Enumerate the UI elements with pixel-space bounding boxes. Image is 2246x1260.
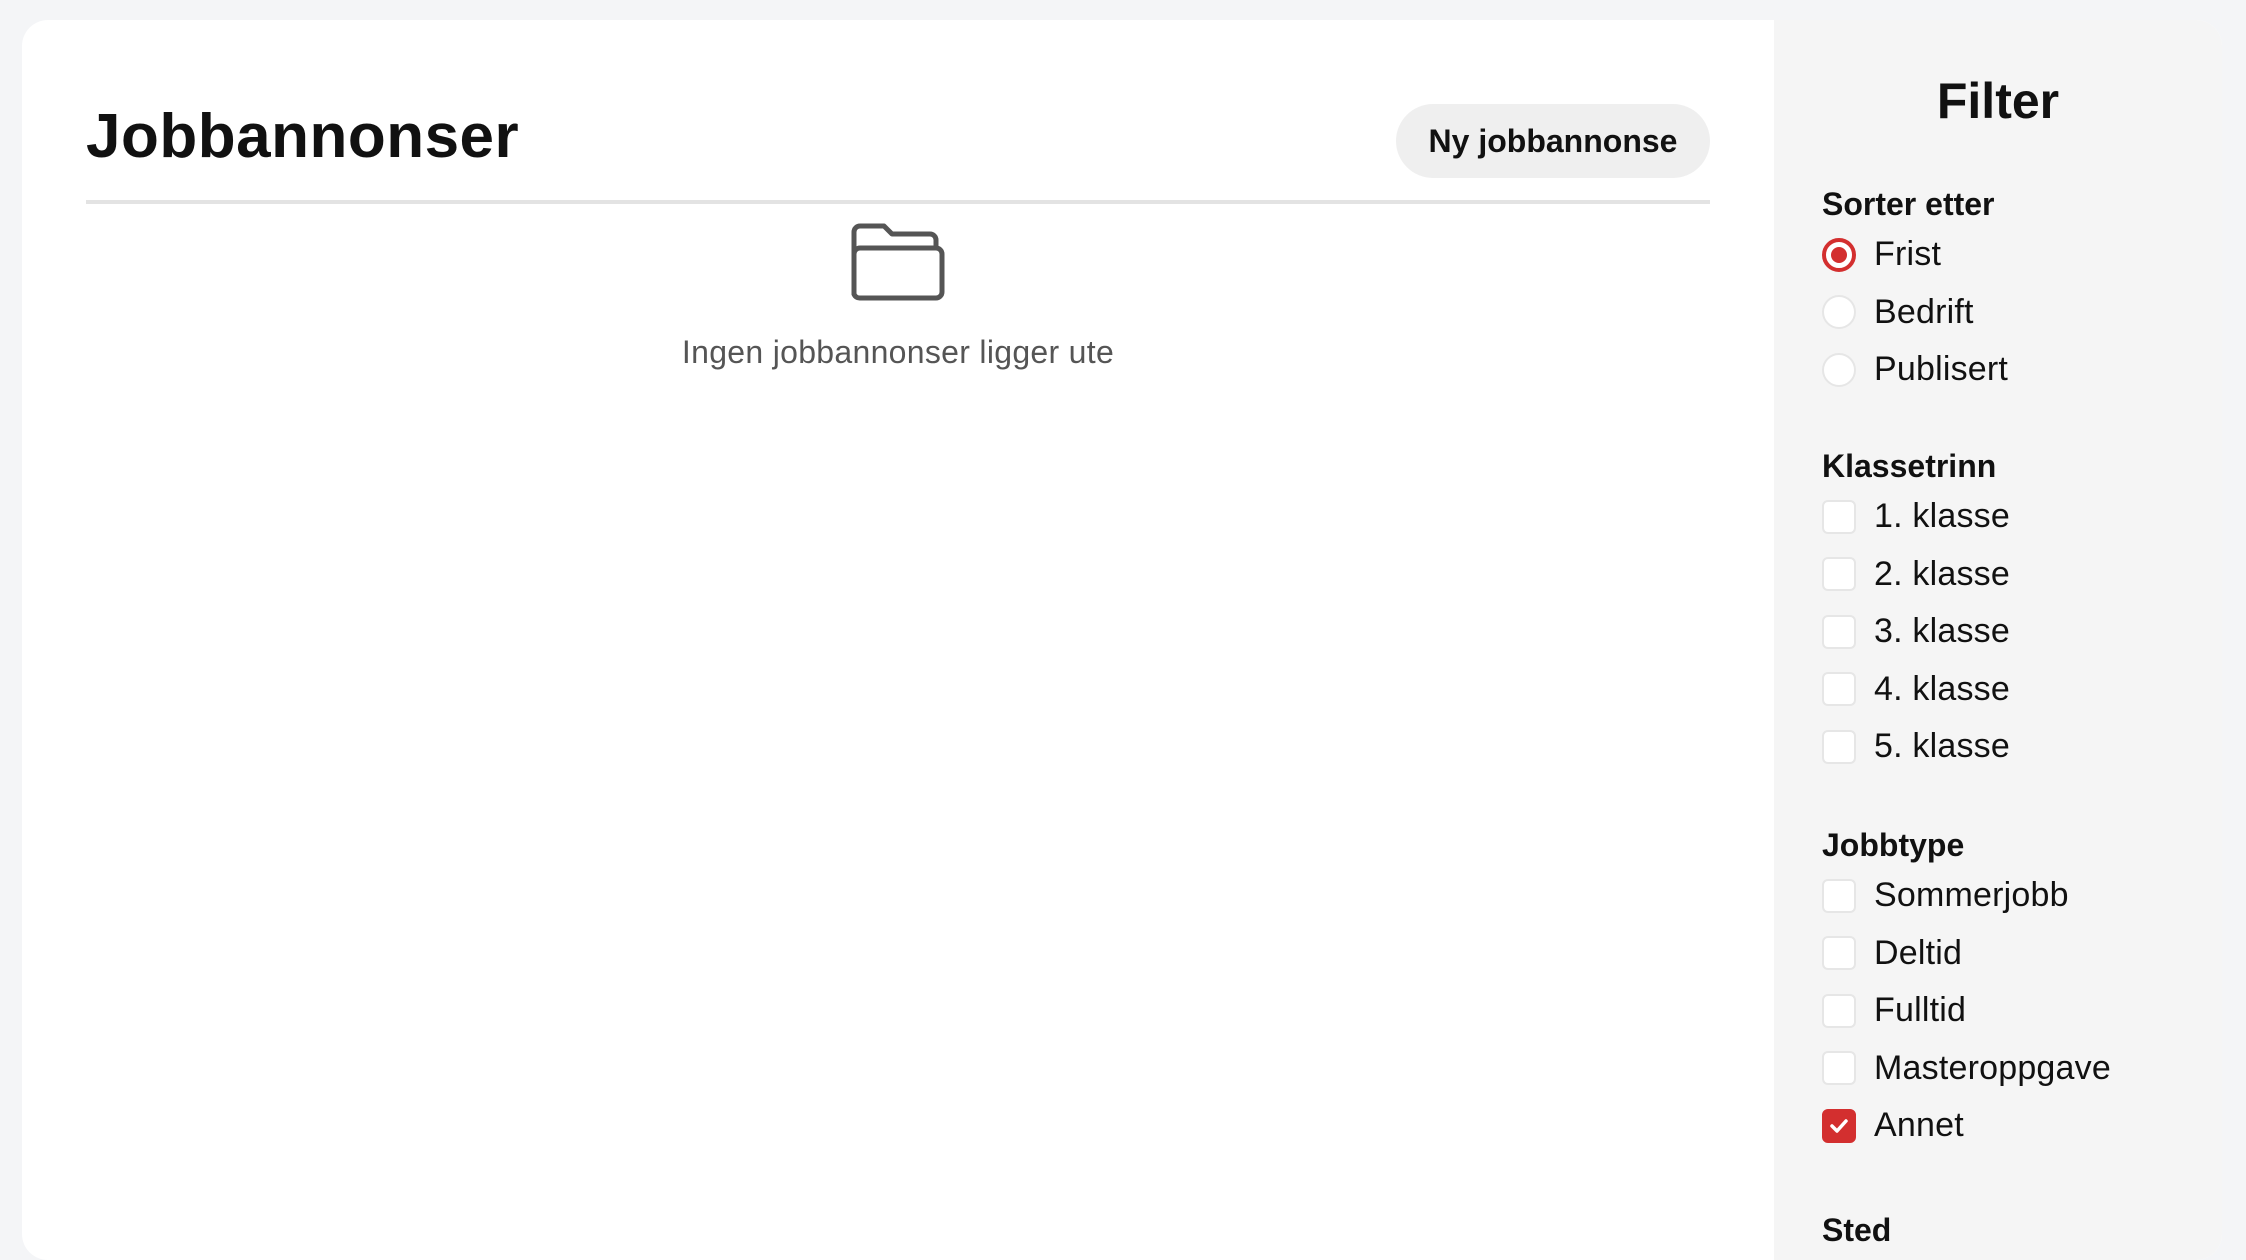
job-type-option-fulltid[interactable]: Fulltid [1822, 982, 2202, 1040]
class-level-group: Klassetrinn 1. klasse 2. klasse 3. klass… [1822, 444, 2202, 776]
checkbox[interactable] [1822, 1051, 1856, 1086]
radio-button-selected[interactable] [1822, 237, 1856, 272]
radio-button[interactable] [1822, 295, 1856, 330]
checkbox[interactable] [1822, 557, 1856, 592]
radio-button[interactable] [1822, 352, 1856, 387]
class-level-group-title: Klassetrinn [1822, 448, 1997, 484]
job-type-option-label: Fulltid [1874, 991, 1967, 1030]
sort-option-label: Publisert [1874, 350, 2009, 389]
sort-option-frist[interactable]: Frist [1822, 226, 2202, 284]
class-option-label: 5. klasse [1874, 727, 2010, 766]
job-type-option-deltid[interactable]: Deltid [1822, 925, 2202, 983]
filter-title: Filter [1936, 73, 2060, 129]
checkmark-icon [1830, 1119, 1848, 1133]
folder-open-icon [851, 223, 945, 301]
sort-group-title: Sorter etter [1822, 186, 1995, 222]
job-type-group: Jobbtype Sommerjobb Deltid Fulltid Maste… [1822, 823, 2202, 1155]
class-option-5[interactable]: 5. klasse [1822, 718, 2202, 776]
class-option-label: 3. klasse [1874, 612, 2010, 651]
job-type-option-label: Masteroppgave [1874, 1048, 2111, 1087]
class-option-label: 1. klasse [1874, 497, 2010, 536]
class-option-2[interactable]: 2. klasse [1822, 546, 2202, 604]
class-option-3[interactable]: 3. klasse [1822, 603, 2202, 661]
class-option-4[interactable]: 4. klasse [1822, 661, 2202, 719]
sort-option-label: Frist [1874, 235, 1942, 274]
job-type-option-sommerjobb[interactable]: Sommerjobb [1822, 867, 2202, 925]
sort-option-bedrift[interactable]: Bedrift [1822, 284, 2202, 342]
checkbox[interactable] [1822, 936, 1856, 971]
class-option-label: 4. klasse [1874, 669, 2010, 708]
checkbox-checked[interactable] [1822, 1108, 1856, 1143]
job-type-option-label: Sommerjobb [1874, 876, 2069, 915]
sort-option-label: Bedrift [1874, 292, 1974, 331]
class-option-label: 2. klasse [1874, 554, 2010, 593]
job-type-option-label: Deltid [1874, 933, 1963, 972]
page-title: Jobbannonser [86, 102, 520, 171]
location-group-title: Sted [1822, 1212, 1892, 1248]
checkbox[interactable] [1822, 614, 1856, 649]
checkbox[interactable] [1822, 878, 1856, 913]
page-card: Jobbannonser Ny jobbannonse Ingen jobban… [22, 20, 2222, 1260]
checkbox[interactable] [1822, 729, 1856, 764]
new-job-listing-button[interactable]: Ny jobbannonse [1396, 104, 1710, 178]
class-option-1[interactable]: 1. klasse [1822, 488, 2202, 546]
sort-group: Sorter etter Frist Bedrift Publisert [1822, 182, 2202, 399]
location-group: Sted [1822, 1208, 2202, 1252]
job-type-option-annet[interactable]: Annet [1822, 1097, 2202, 1155]
listings-header: Jobbannonser Ny jobbannonse [86, 84, 1710, 204]
checkbox[interactable] [1822, 993, 1856, 1028]
empty-state-text: Ingen jobbannonser ligger ute [681, 334, 1115, 370]
checkbox[interactable] [1822, 499, 1856, 534]
job-type-option-label: Annet [1874, 1106, 1964, 1145]
job-type-group-title: Jobbtype [1822, 827, 1965, 863]
job-type-option-masteroppgave[interactable]: Masteroppgave [1822, 1040, 2202, 1098]
filter-sidebar: Filter Sorter etter Frist Bedrift Publis… [1774, 20, 2222, 1260]
job-listings-main: Jobbannonser Ny jobbannonse Ingen jobban… [86, 20, 1710, 1260]
empty-state: Ingen jobbannonser ligger ute [86, 220, 1710, 371]
checkbox[interactable] [1822, 672, 1856, 707]
sort-option-publisert[interactable]: Publisert [1822, 341, 2202, 399]
